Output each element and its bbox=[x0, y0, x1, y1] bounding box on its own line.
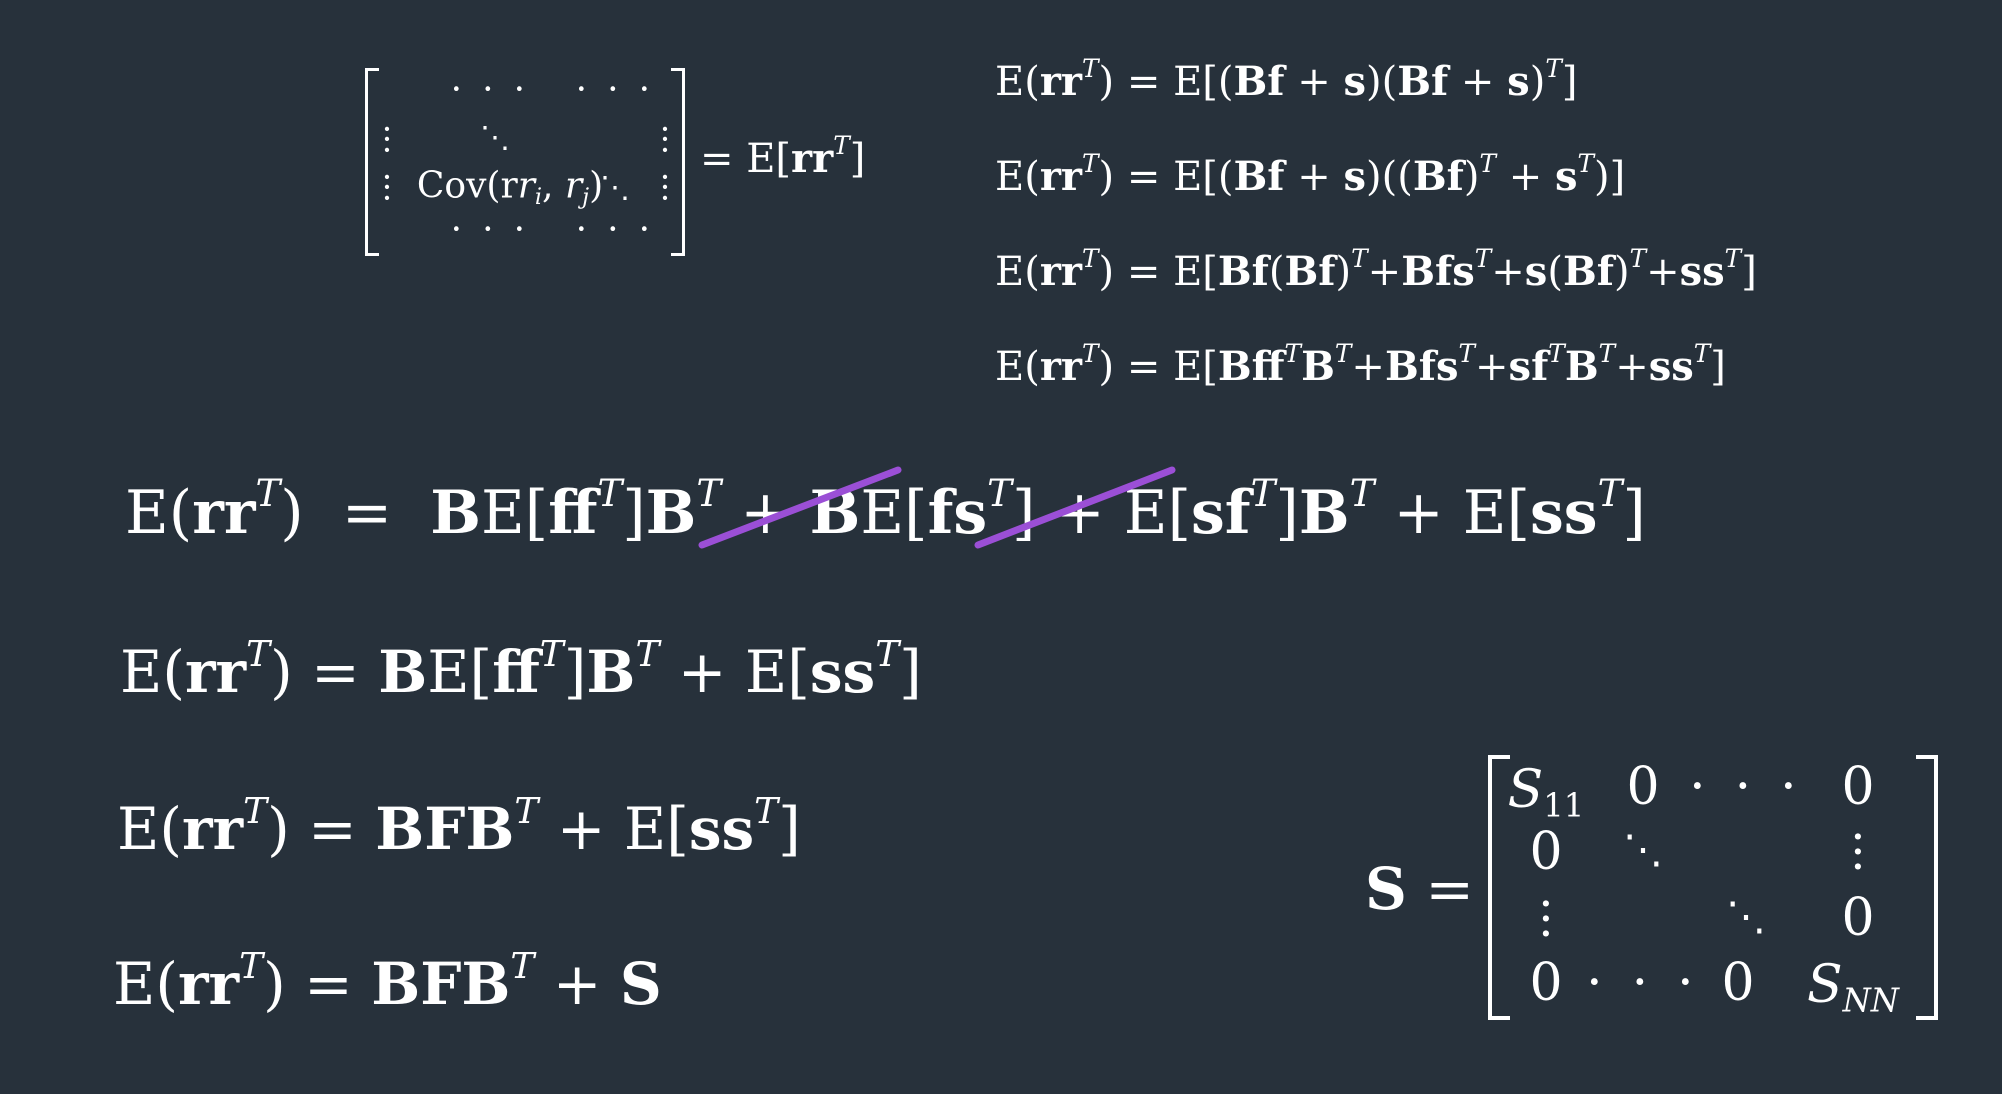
ddots: ⋱ bbox=[1623, 827, 1663, 873]
vdots: · · · bbox=[1850, 810, 1866, 895]
derivation-step-1: E(rrT) = E[(Bf + s)(Bf + s)T] bbox=[995, 54, 1578, 105]
main-equation-3: E(rrT) = BFBT + E[ssT] bbox=[117, 791, 801, 863]
zero-entry: 0 bbox=[1721, 953, 1755, 1013]
derivation-step-4: E(rrT) = E[BffTBT+BfsT+sfTBT+ssT] bbox=[995, 339, 1726, 390]
zero-entry: 0 bbox=[1626, 757, 1660, 817]
s-definition: S = bbox=[1365, 855, 1474, 923]
s11-entry: S11 bbox=[1507, 760, 1585, 825]
s-matrix: S11 0 · · · 0 0 ⋱ · · · · · · ⋱ 0 0 · · · 0 … bbox=[1488, 755, 1938, 1020]
hdots: · · · bbox=[1586, 953, 1700, 1013]
ddots: ⋱ bbox=[1726, 894, 1766, 940]
main-equation-1: E(rrT) = BE[ffT]BT + BE[fsT] + E[sfT]BT … bbox=[125, 471, 1646, 548]
left-bracket bbox=[365, 68, 379, 256]
cov-cell: Cov(rri, rj) bbox=[416, 165, 604, 211]
hdots: · · · bbox=[450, 69, 530, 111]
right-bracket bbox=[1916, 755, 1938, 1020]
vdots: · · · bbox=[659, 110, 671, 170]
hdots: · · · bbox=[450, 209, 530, 251]
main-equation-4: E(rrT) = BFBT + S bbox=[113, 946, 662, 1018]
derivation-step-2: E(rrT) = E[(Bf + s)((Bf)T + sT)] bbox=[995, 149, 1626, 200]
ddots: ⋱ bbox=[480, 120, 510, 156]
vdots: · · · bbox=[381, 110, 393, 170]
derivation-step-3: E(rrT) = E[Bf(Bf)T+BfsT+s(Bf)T+ssT] bbox=[995, 244, 1757, 295]
hdots: · · · bbox=[575, 69, 655, 111]
snn-entry: SNN bbox=[1806, 955, 1900, 1020]
hdots: · · · bbox=[1689, 757, 1803, 817]
zero-entry: 0 bbox=[1841, 757, 1875, 817]
hdots: · · · bbox=[575, 209, 655, 251]
vdots: · · · bbox=[1538, 877, 1554, 962]
covariance-matrix: · · · · · · ⋱ · · · · · · · · · Cov(rri, rj) ⋱… bbox=[365, 68, 685, 256]
cov-equals-expectation: = E[rrT] bbox=[700, 131, 866, 182]
ddots: ⋱ bbox=[600, 170, 630, 206]
vdots: · · · bbox=[381, 158, 393, 218]
zero-entry: 0 bbox=[1529, 822, 1563, 882]
main-equation-2: E(rrT) = BE[ffT]BT + E[ssT] bbox=[120, 634, 922, 706]
vdots: · · · bbox=[659, 158, 671, 218]
right-bracket bbox=[671, 68, 685, 256]
zero-entry: 0 bbox=[1529, 953, 1563, 1013]
zero-entry: 0 bbox=[1841, 888, 1875, 948]
